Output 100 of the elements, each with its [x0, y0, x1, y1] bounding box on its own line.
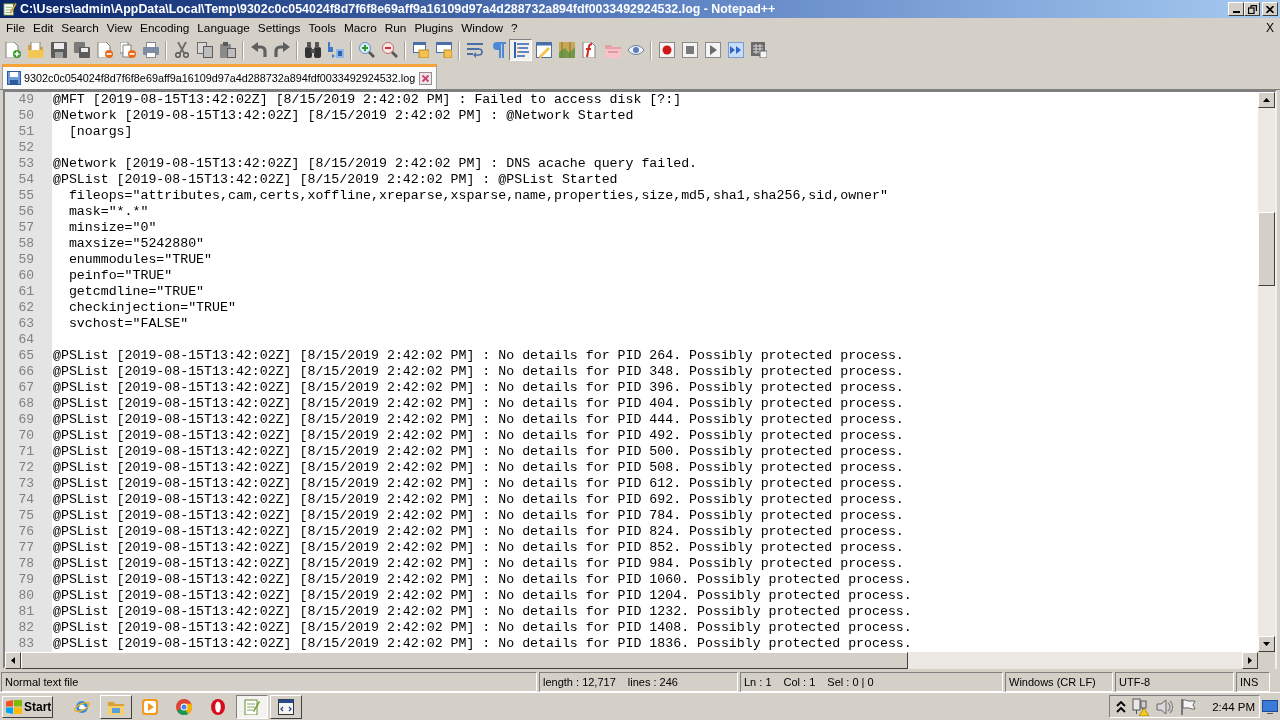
folder-icon	[27, 42, 44, 58]
code-line: maxsize="5242880"	[67, 236, 205, 252]
code-line: @PSList [2019-08-15T13:42:02Z] [8/15/2019 2:42:02 PM] : No details for PID 1408. Possibly protected process.	[53, 620, 912, 636]
line-number: 72	[17, 460, 34, 476]
status-text: length : 12,717	[543, 675, 616, 690]
network-warning-icon	[1132, 697, 1151, 716]
volume-button[interactable]	[1156, 698, 1175, 715]
line-number: 65	[17, 348, 34, 364]
status-text: Sel : 0 | 0	[827, 675, 874, 690]
menu-item[interactable]: Edit	[29, 19, 58, 37]
vertical-scrollbar[interactable]	[1258, 92, 1275, 652]
side-windows-icon	[435, 42, 452, 58]
line-number: 75	[17, 508, 34, 524]
action-center-button[interactable]	[1180, 698, 1197, 715]
code-line: @PSList [2019-08-15T13:42:02Z] [8/15/2019 2:42:02 PM] : No details for PID 1204. Possibly protected process.	[53, 588, 912, 604]
line-number: 74	[17, 492, 34, 508]
speaker-icon	[1156, 698, 1175, 715]
scrollbar-corner	[1258, 652, 1275, 669]
clipboard-icon	[219, 42, 236, 58]
file-explorer-button[interactable]	[100, 694, 132, 719]
menu-item[interactable]: View	[102, 19, 137, 37]
menu-item[interactable]: Window	[457, 19, 508, 37]
code-line: @PSList [2019-08-15T13:42:02Z] [8/15/2019 2:42:02 PM] : No details for PID 500. Possibly protected process.	[53, 444, 904, 460]
page-minus-icon	[96, 42, 113, 58]
restore-button[interactable]	[1244, 2, 1260, 16]
line-number: 61	[17, 284, 34, 300]
show-desktop-button[interactable]	[1262, 699, 1278, 714]
stacked-windows-icon	[412, 42, 429, 58]
code-line: @PSList [2019-08-15T13:42:02Z] [8/15/2019 2:42:02 PM] : No details for PID 404. Possibly protected process.	[53, 396, 904, 412]
horizontal-scrollbar[interactable]	[5, 652, 1258, 669]
menu-item[interactable]: Plugins	[410, 19, 458, 37]
code-line: @PSList [2019-08-15T13:42:02Z] [8/15/2019 2:42:02 PM] : No details for PID 1060. Possibly protected process.	[53, 572, 912, 588]
code-line: @PSList [2019-08-15T13:42:02Z] [8/15/2019 2:42:02 PM] : No details for PID 396. Possibly protected process.	[53, 380, 904, 396]
notepad-button[interactable]	[236, 694, 268, 719]
minimize-button[interactable]	[1228, 2, 1244, 16]
redo-icon	[273, 42, 290, 58]
close-document-button[interactable]: X	[1264, 19, 1276, 37]
code-line: @PSList [2019-08-15T13:42:02Z] [8/15/2019 2:42:02 PM] : No details for PID 692. Possibly protected process.	[53, 492, 904, 508]
copy-icon	[196, 42, 213, 58]
menu-item[interactable]: Macro	[340, 19, 381, 37]
menu-item[interactable]: File	[2, 19, 29, 37]
undo-icon	[250, 42, 267, 58]
word-wrap-icon	[466, 42, 483, 58]
status-text: Normal text file	[5, 675, 79, 690]
line-number: 60	[17, 268, 34, 284]
menu-item[interactable]: Tools	[304, 19, 340, 37]
start-button[interactable]: Start	[2, 695, 53, 718]
file-tab[interactable]: 9302c0c054024f8d7f6f8e69aff9a16109d97a4d288732a894fdf0033492924532.log	[2, 64, 438, 89]
code-line: @PSList [2019-08-15T13:42:02Z] [8/15/2019 2:42:02 PM] : No details for PID 264. Possibly protected process.	[53, 348, 904, 364]
scrollbar-thumb[interactable]	[21, 652, 908, 669]
scroll-left-button[interactable]	[5, 652, 21, 669]
window-title: C:\Users\admin\AppData\Local\Temp\9302c0c054024f8d7f6f8e69aff9a16109d97a4d288732a894fdf0033492924532.log - Notepad++	[20, 1, 776, 18]
floppy-disks-icon	[73, 42, 90, 58]
line-number: 70	[17, 428, 34, 444]
left-arrow-icon	[11, 657, 15, 664]
indent-guide-icon	[512, 42, 529, 58]
table-icon	[750, 42, 767, 58]
menu-item[interactable]: Settings	[253, 19, 305, 37]
close-button[interactable]	[1262, 2, 1278, 16]
flag-icon	[1180, 698, 1197, 715]
line-number: 63	[17, 316, 34, 332]
scroll-down-button[interactable]	[1258, 636, 1275, 652]
code-line: @PSList [2019-08-15T13:42:02Z] [8/15/2019 2:42:02 PM] : No details for PID 984. Possibly protected process.	[53, 556, 904, 572]
chevron-up-icon	[1116, 700, 1127, 713]
line-number: 83	[17, 636, 34, 652]
fast-forward-icon	[727, 42, 744, 58]
scroll-up-button[interactable]	[1258, 92, 1275, 108]
replace-icon	[327, 42, 344, 58]
menu-item[interactable]: Encoding	[136, 19, 194, 37]
menu-item[interactable]: ?	[507, 19, 522, 37]
scissors-icon	[173, 42, 190, 58]
line-number: 81	[17, 604, 34, 620]
viewer-button[interactable]	[270, 694, 302, 719]
printer-icon	[142, 42, 159, 58]
menu-item[interactable]: Run	[380, 19, 411, 37]
code-line: @PSList [2019-08-15T13:42:02Z] [8/15/2019 2:42:02 PM] : No details for PID 444. Possibly protected process.	[53, 412, 904, 428]
scrollbar-thumb[interactable]	[1258, 212, 1275, 286]
line-number: 56	[17, 204, 34, 220]
menu-item[interactable]: Search	[57, 19, 103, 37]
code-line: checkinjection="TRUE"	[67, 300, 236, 316]
code-line: peinfo="TRUE"	[67, 268, 173, 284]
status-text: lines : 246	[627, 675, 678, 690]
close-icon[interactable]	[419, 71, 433, 85]
indent-guide-button[interactable]	[509, 39, 532, 61]
code-line: @Network [2019-08-15T13:42:02Z] [8/15/2019 2:42:02 PM] : @Network Started	[53, 108, 634, 124]
code-line: @PSList [2019-08-15T13:42:02Z] [8/15/2019 2:42:02 PM] : No details for PID 852. Possibly protected process.	[53, 540, 904, 556]
show-hidden-icons-button[interactable]	[1116, 700, 1127, 713]
line-number: 54	[17, 172, 34, 188]
editor-panel[interactable]	[3, 90, 1277, 669]
line-number: 52	[17, 140, 34, 156]
browser-icon	[74, 698, 90, 715]
code-line: minsize="0"	[67, 220, 157, 236]
line-number: 76	[17, 524, 34, 540]
code-line: @PSList [2019-08-15T13:42:02Z] [8/15/2019 2:42:02 PM] : No details for PID 492. Possibly protected process.	[53, 428, 904, 444]
scroll-right-button[interactable]	[1242, 652, 1258, 669]
code-line: mask="*.*"	[67, 204, 149, 220]
eye-icon	[627, 42, 644, 58]
network-button[interactable]	[1132, 697, 1151, 716]
menu-item[interactable]: Language	[193, 19, 254, 37]
zoom-out-icon	[381, 42, 398, 58]
